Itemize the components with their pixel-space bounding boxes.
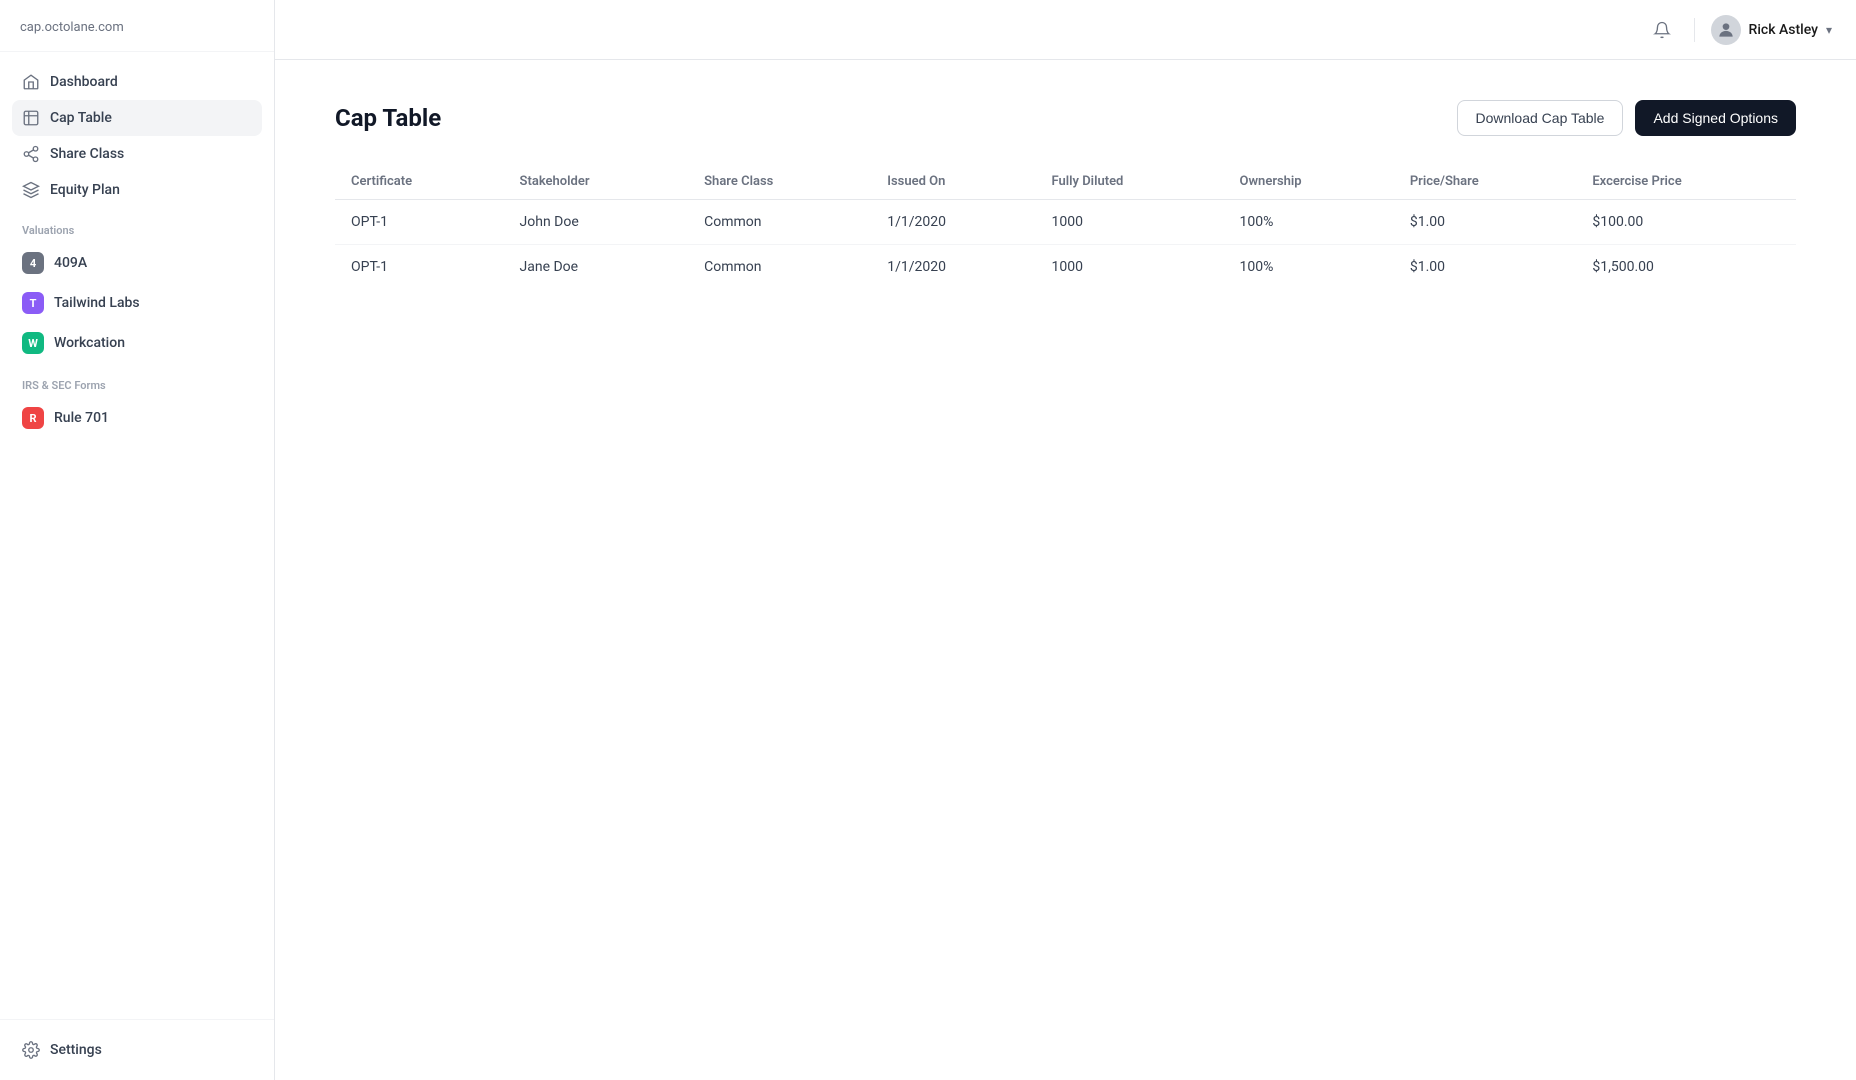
col-stakeholder: Stakeholder — [504, 164, 689, 200]
sidebar-item-share-class[interactable]: Share Class — [12, 136, 262, 172]
cell-exercise-price: $100.00 — [1576, 200, 1796, 245]
user-menu[interactable]: Rick Astley ▾ — [1711, 15, 1832, 45]
sidebar-nav: Dashboard Cap Table Share Class Equity P… — [0, 52, 274, 438]
avatar-icon — [1716, 20, 1736, 40]
rule-701-badge: R — [22, 407, 44, 429]
sidebar-item-dashboard-label: Dashboard — [50, 74, 118, 90]
col-share-class: Share Class — [688, 164, 871, 200]
bell-icon — [1653, 21, 1671, 39]
share-icon — [22, 145, 40, 163]
col-issued-on: Issued On — [871, 164, 1035, 200]
cell-price-per-share: $1.00 — [1394, 245, 1577, 290]
workcation-badge: W — [22, 332, 44, 354]
chevron-down-icon: ▾ — [1826, 23, 1832, 37]
valuations-section-label: Valuations — [12, 208, 262, 243]
cell-share-class: Common — [688, 200, 871, 245]
table-row[interactable]: OPT-1 Jane Doe Common 1/1/2020 1000 100%… — [335, 245, 1796, 290]
topbar-divider — [1694, 18, 1695, 42]
site-domain: cap.octolane.com — [20, 20, 124, 35]
sidebar-item-workcation-label: Workcation — [54, 335, 125, 351]
tailwind-labs-badge: T — [22, 292, 44, 314]
home-icon — [22, 73, 40, 91]
table-header: Certificate Stakeholder Share Class Issu… — [335, 164, 1796, 200]
cell-ownership: 100% — [1224, 200, 1394, 245]
sidebar-item-dashboard[interactable]: Dashboard — [12, 64, 262, 100]
cell-exercise-price: $1,500.00 — [1576, 245, 1796, 290]
page-content: Cap Table Download Cap Table Add Signed … — [275, 60, 1856, 1080]
sidebar-item-settings-label: Settings — [50, 1042, 102, 1058]
col-price-per-share: Price/Share — [1394, 164, 1577, 200]
topbar: Rick Astley ▾ — [275, 0, 1856, 60]
cell-fully-diluted: 1000 — [1036, 245, 1224, 290]
sidebar-item-workcation[interactable]: W Workcation — [12, 323, 262, 363]
notification-bell[interactable] — [1646, 14, 1678, 46]
sidebar-item-equity-plan-label: Equity Plan — [50, 182, 120, 198]
sidebar-item-settings[interactable]: Settings — [12, 1032, 262, 1068]
cell-issued-on: 1/1/2020 — [871, 200, 1035, 245]
cell-certificate: OPT-1 — [335, 245, 504, 290]
sidebar-item-409a-label: 409A — [54, 255, 87, 271]
sidebar-item-equity-plan[interactable]: Equity Plan — [12, 172, 262, 208]
sidebar-item-tailwind-labs-label: Tailwind Labs — [54, 295, 140, 311]
col-exercise-price: Excercise Price — [1576, 164, 1796, 200]
sidebar-item-rule-701[interactable]: R Rule 701 — [12, 398, 262, 438]
cap-table-wrapper: Certificate Stakeholder Share Class Issu… — [335, 164, 1796, 289]
cell-fully-diluted: 1000 — [1036, 200, 1224, 245]
main-content: Rick Astley ▾ Cap Table Download Cap Tab… — [275, 0, 1856, 1080]
page-header: Cap Table Download Cap Table Add Signed … — [335, 100, 1796, 136]
settings-icon — [22, 1041, 40, 1059]
cap-table: Certificate Stakeholder Share Class Issu… — [335, 164, 1796, 289]
table-body: OPT-1 John Doe Common 1/1/2020 1000 100%… — [335, 200, 1796, 290]
equity-icon — [22, 181, 40, 199]
table-icon — [22, 109, 40, 127]
site-logo: cap.octolane.com — [0, 0, 274, 52]
add-signed-options-button[interactable]: Add Signed Options — [1635, 100, 1796, 136]
sidebar: cap.octolane.com Dashboard Cap Table Sha… — [0, 0, 275, 1080]
cell-ownership: 100% — [1224, 245, 1394, 290]
cell-issued-on: 1/1/2020 — [871, 245, 1035, 290]
sidebar-item-409a[interactable]: 4 409A — [12, 243, 262, 283]
irs-section-label: IRS & SEC Forms — [12, 363, 262, 398]
cell-stakeholder: John Doe — [504, 200, 689, 245]
sidebar-item-cap-table[interactable]: Cap Table — [12, 100, 262, 136]
table-row[interactable]: OPT-1 John Doe Common 1/1/2020 1000 100%… — [335, 200, 1796, 245]
sidebar-bottom: Settings — [0, 1019, 274, 1080]
col-ownership: Ownership — [1224, 164, 1394, 200]
col-certificate: Certificate — [335, 164, 504, 200]
409a-badge: 4 — [22, 252, 44, 274]
page-actions: Download Cap Table Add Signed Options — [1457, 100, 1796, 136]
download-cap-table-button[interactable]: Download Cap Table — [1457, 100, 1624, 136]
sidebar-item-cap-table-label: Cap Table — [50, 110, 112, 126]
col-fully-diluted: Fully Diluted — [1036, 164, 1224, 200]
avatar — [1711, 15, 1741, 45]
sidebar-item-share-class-label: Share Class — [50, 146, 124, 162]
cell-certificate: OPT-1 — [335, 200, 504, 245]
cell-price-per-share: $1.00 — [1394, 200, 1577, 245]
cell-share-class: Common — [688, 245, 871, 290]
cell-stakeholder: Jane Doe — [504, 245, 689, 290]
sidebar-item-tailwind-labs[interactable]: T Tailwind Labs — [12, 283, 262, 323]
sidebar-item-rule-701-label: Rule 701 — [54, 410, 109, 426]
page-title: Cap Table — [335, 104, 441, 132]
username-label: Rick Astley — [1749, 22, 1818, 38]
